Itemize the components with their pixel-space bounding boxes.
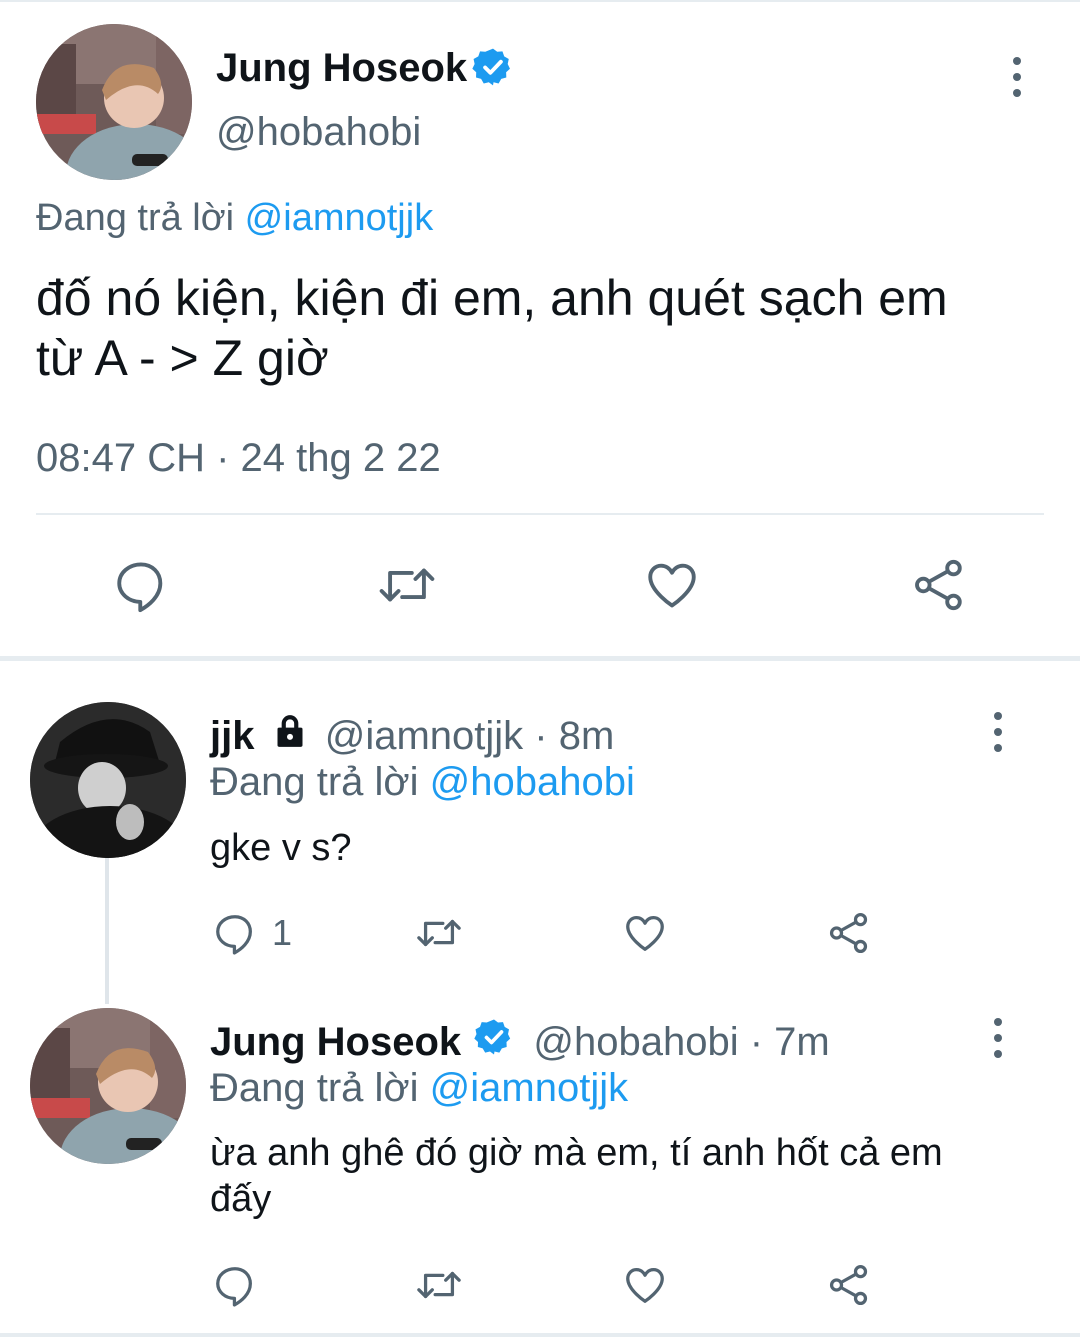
lock-icon [270, 711, 310, 762]
reply-prefix: Đang trả lời [210, 760, 419, 804]
reply2-text-line: đấy [210, 1178, 272, 1220]
main-tweet-text-line: từ A - > Z giờ [36, 330, 329, 386]
retweet-icon[interactable] [412, 1262, 466, 1308]
share-icon[interactable] [826, 1262, 872, 1308]
like-icon[interactable] [642, 556, 702, 614]
more-options-icon[interactable] [991, 712, 1005, 752]
main-tweet-text-line: đố nó kiện, kiện đi em, anh quét sạch em [36, 270, 948, 326]
reply-to-link[interactable]: @iamnotjjk [245, 197, 434, 239]
reply-to-link[interactable]: @iamnotjjk [430, 1066, 628, 1110]
reply2-header: Jung Hoseok @hobahobi · 7m [210, 1016, 830, 1068]
share-icon[interactable] [826, 910, 872, 956]
retweet-icon[interactable] [374, 556, 440, 614]
retweet-icon[interactable] [412, 910, 466, 956]
reply-icon[interactable] [112, 556, 170, 614]
main-tweet-timestamp[interactable]: 08:47 CH · 24 thg 2 22 [36, 434, 441, 482]
reply1-author-handle[interactable]: @iamnotjjk [325, 712, 523, 760]
main-tweet-author-name[interactable]: Jung Hoseok [216, 44, 467, 92]
main-tweet-text: đố nó kiện, kiện đi em, anh quét sạch em… [36, 268, 948, 388]
reply2-author-name[interactable]: Jung Hoseok [210, 1018, 461, 1066]
reply-prefix: Đang trả lời [36, 197, 235, 239]
more-options-icon[interactable] [1010, 57, 1024, 97]
reply2-text-line: ừa anh ghê đó giờ mà em, tí anh hốt cả e… [210, 1132, 943, 1174]
verified-badge-icon [474, 1017, 514, 1068]
divider [36, 513, 1044, 515]
reply2-reply-context: Đang trả lời @iamnotjjk [210, 1064, 628, 1112]
reply1-reply-context: Đang trả lời @hobahobi [210, 758, 635, 806]
reply1-header: jjk @iamnotjjk · 8m [210, 710, 614, 762]
reply1-text: gke v s? [210, 827, 352, 869]
reply-to-link[interactable]: @hobahobi [430, 760, 635, 804]
reply1-avatar[interactable] [30, 702, 186, 858]
reply-icon[interactable] [212, 1262, 258, 1308]
top-border [0, 0, 1080, 2]
more-options-icon[interactable] [991, 1018, 1005, 1058]
reply1-author-name[interactable]: jjk [210, 712, 254, 760]
main-tweet-avatar[interactable] [36, 24, 192, 180]
reply2-time: · 7m [749, 1020, 830, 1065]
reply2-avatar[interactable] [30, 1008, 186, 1164]
bottom-divider [0, 1333, 1080, 1337]
main-tweet-author-handle[interactable]: @hobahobi [216, 108, 421, 156]
verified-badge-icon [472, 46, 514, 93]
reply2-author-handle[interactable]: @hobahobi [533, 1018, 738, 1066]
reply-prefix: Đang trả lời [210, 1066, 419, 1110]
main-tweet-reply-context: Đang trả lời @iamnotjjk [36, 196, 433, 240]
thread-line [105, 858, 109, 1004]
reply-icon[interactable] [212, 910, 258, 956]
like-icon[interactable] [620, 1262, 670, 1308]
reply2-text: ừa anh ghê đó giờ mà em, tí anh hốt cả e… [210, 1130, 943, 1222]
share-icon[interactable] [910, 556, 968, 614]
reply-count: 1 [272, 912, 293, 953]
reply1-time: · 8m [534, 714, 615, 759]
section-divider [0, 656, 1080, 661]
like-icon[interactable] [620, 910, 670, 956]
